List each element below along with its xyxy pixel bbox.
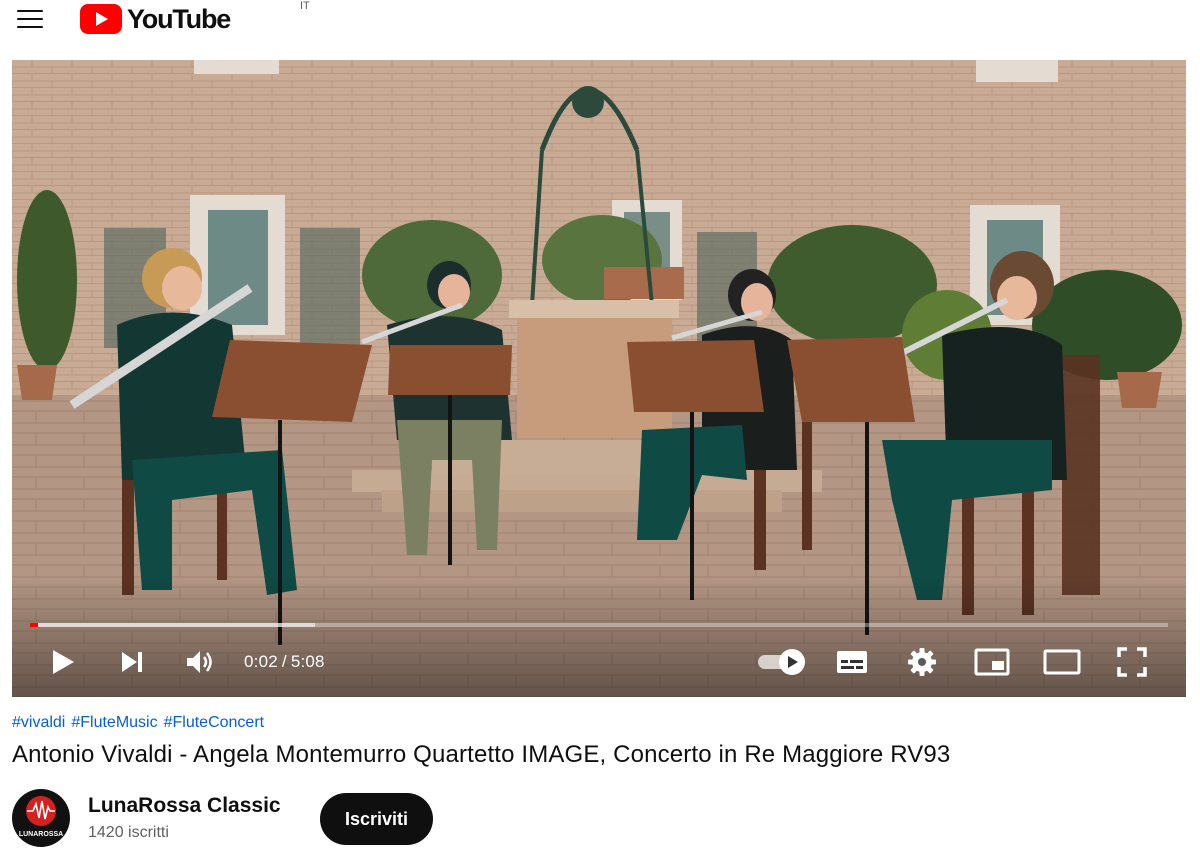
hashtag-link[interactable]: #vivaldi [12, 714, 65, 731]
subscriber-count: 1420 iscritti [88, 824, 169, 841]
time-display: 0:02/5:08 [244, 652, 325, 672]
gear-icon [908, 648, 936, 676]
time-separator: / [281, 652, 287, 671]
avatar-text: LUNAROSSA [19, 831, 63, 838]
region-code: IT [300, 0, 310, 12]
play-icon [53, 650, 74, 674]
subtitles-button[interactable] [832, 644, 872, 680]
theater-icon [1043, 649, 1081, 675]
current-time: 0:02 [244, 652, 278, 671]
hashtag-link[interactable]: #FluteConcert [164, 714, 265, 731]
fullscreen-button[interactable] [1112, 644, 1152, 680]
subtitles-icon [837, 651, 867, 673]
channel-name[interactable]: LunaRossa Classic [88, 794, 281, 818]
autoplay-icon [758, 649, 805, 675]
progress-bar[interactable] [30, 623, 1168, 627]
duration: 5:08 [290, 652, 325, 671]
video-player[interactable]: 0:02/5:08 [12, 60, 1186, 697]
menu-icon[interactable] [14, 6, 46, 32]
hashtags: #vivaldi #FluteMusic #FluteConcert [12, 714, 270, 732]
miniplayer-icon [974, 648, 1010, 676]
next-button[interactable] [112, 644, 152, 680]
progress-buffered [30, 623, 315, 627]
play-button[interactable] [43, 644, 83, 680]
volume-button[interactable] [180, 644, 220, 680]
theater-mode-button[interactable] [1042, 644, 1082, 680]
logo-wordmark: YouTube [127, 3, 231, 34]
next-icon [122, 652, 142, 672]
fullscreen-icon [1117, 647, 1147, 677]
subscribe-button[interactable]: Iscriviti [320, 793, 433, 845]
youtube-play-icon [80, 4, 122, 34]
top-bar: YouTube IT [0, 0, 1200, 44]
autoplay-toggle[interactable] [754, 644, 810, 680]
video-title: Antonio Vivaldi - Angela Montemurro Quar… [12, 741, 951, 768]
volume-icon [187, 651, 212, 673]
miniplayer-button[interactable] [972, 644, 1012, 680]
channel-logo-icon: LUNAROSSA [19, 796, 63, 838]
channel-avatar[interactable]: LUNAROSSA [12, 789, 70, 847]
progress-played [30, 623, 38, 627]
settings-button[interactable] [902, 644, 942, 680]
youtube-logo[interactable]: YouTube IT [80, 0, 310, 36]
hashtag-link[interactable]: #FluteMusic [71, 714, 157, 731]
